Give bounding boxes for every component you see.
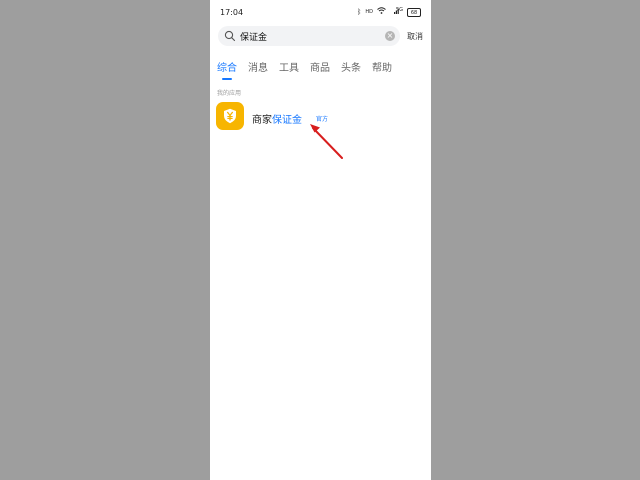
signal-label: 5G [395, 6, 403, 13]
status-icons: ᛒ HD 5G 68 [357, 7, 421, 17]
app-name-highlight: 保证金 [272, 115, 302, 126]
wifi-icon [377, 7, 386, 17]
bluetooth-icon: ᛒ [357, 7, 362, 16]
tab-tools[interactable]: 工具 [279, 59, 299, 80]
tab-messages[interactable]: 消息 [248, 59, 268, 80]
search-row: × 取消 [210, 24, 431, 48]
cancel-button[interactable]: 取消 [407, 31, 423, 42]
clear-icon[interactable]: × [385, 31, 395, 41]
app-name[interactable]: 商家保证金 [252, 111, 302, 126]
section-title: 我的应用 [217, 90, 242, 97]
status-bar: 17:04 ᛒ HD 5G 68 [210, 0, 431, 24]
search-icon [224, 30, 236, 42]
search-input[interactable] [240, 28, 380, 44]
tab-help[interactable]: 帮助 [372, 59, 392, 80]
search-tabs: 综合 消息 工具 商品 头条 帮助 [217, 59, 392, 80]
tab-headlines[interactable]: 头条 [341, 59, 361, 80]
phone-screen: 17:04 ᛒ HD 5G 68 × 取消 综合 消息 工具 [210, 0, 431, 480]
search-box[interactable]: × [218, 26, 400, 46]
tab-products[interactable]: 商品 [310, 59, 330, 80]
status-time: 17:04 [220, 8, 244, 17]
app-name-prefix: 商家 [252, 115, 272, 126]
tab-all[interactable]: 综合 [217, 59, 237, 80]
battery-icon: 68 [407, 7, 421, 17]
shield-yen-icon[interactable] [216, 102, 244, 130]
hd-icon: HD [365, 8, 373, 15]
red-arrow-annotation [310, 124, 343, 159]
battery-level: 68 [410, 9, 418, 16]
